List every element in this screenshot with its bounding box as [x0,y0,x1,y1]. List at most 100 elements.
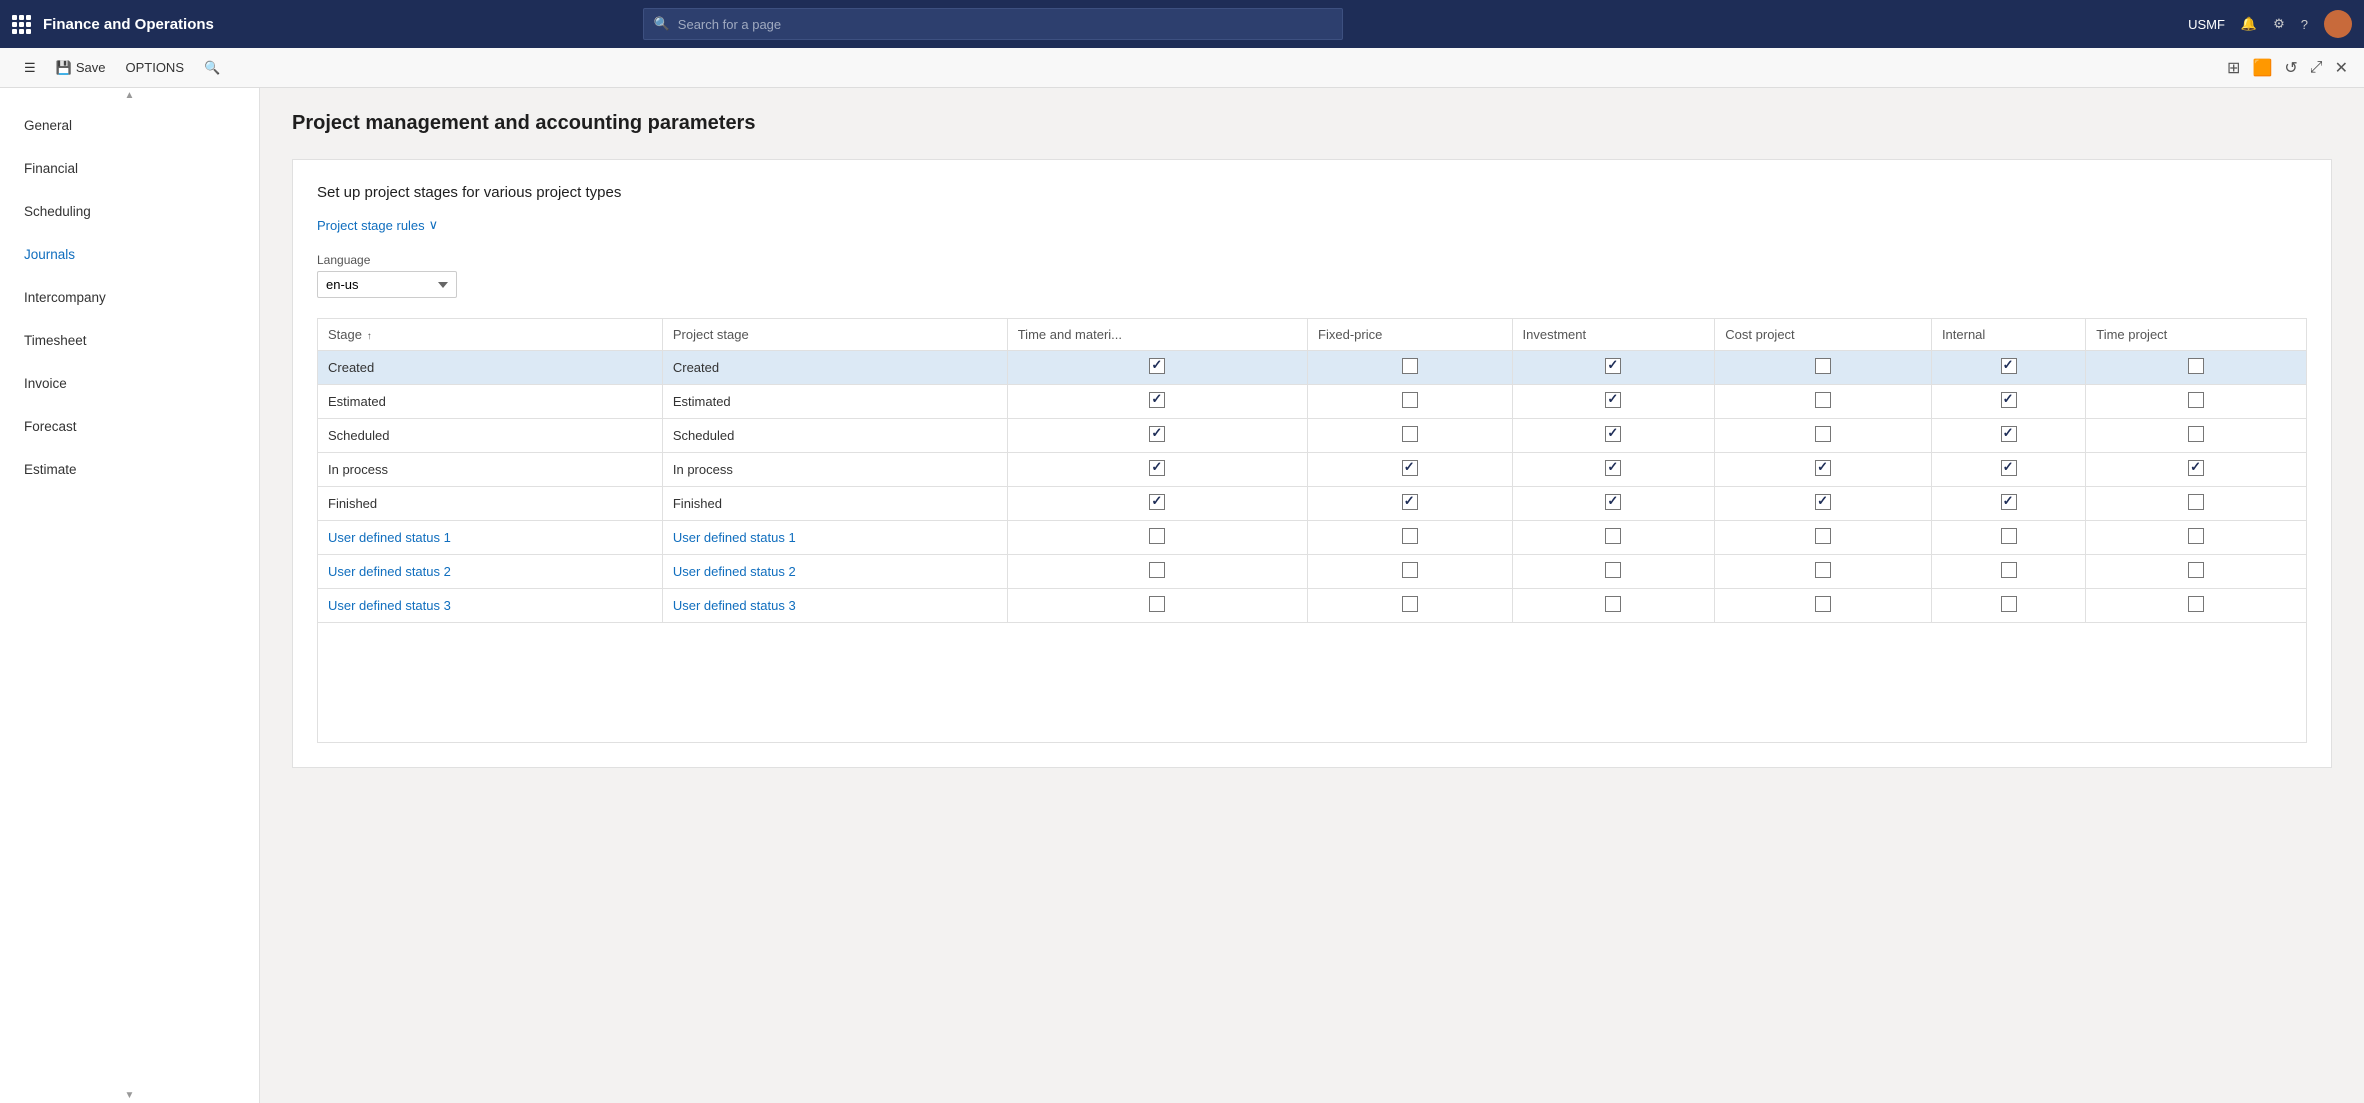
checkbox-fixed_price-1[interactable] [1402,392,1418,408]
settings-icon[interactable]: ⚙ [2273,16,2285,32]
checkbox-time_material-4[interactable] [1149,494,1165,510]
cell-time_material-1[interactable] [1007,385,1307,419]
cell-cost_project-4[interactable] [1715,487,1932,521]
cell-internal-6[interactable] [1931,555,2085,589]
checkbox-time_material-5[interactable] [1149,528,1165,544]
cell-fixed_price-2[interactable] [1308,419,1512,453]
cell-investment-2[interactable] [1512,419,1715,453]
open-new-icon[interactable]: ⤢ [2310,59,2323,77]
cell-time_material-0[interactable] [1007,351,1307,385]
language-select[interactable]: en-us [317,271,457,298]
col-header-stage[interactable]: Stage ↑ [318,319,663,351]
cell-cost_project-6[interactable] [1715,555,1932,589]
cell-investment-3[interactable] [1512,453,1715,487]
avatar[interactable] [2324,10,2352,38]
save-button[interactable]: 💾 Save [48,56,114,80]
checkbox-cost_project-6[interactable] [1815,562,1831,578]
cell-internal-3[interactable] [1931,453,2085,487]
table-row[interactable]: FinishedFinished [318,487,2307,521]
personalize-icon[interactable]: ⊞ [2227,58,2240,78]
cell-time_material-7[interactable] [1007,589,1307,623]
checkbox-investment-1[interactable] [1605,392,1621,408]
checkbox-investment-4[interactable] [1605,494,1621,510]
cell-cost_project-2[interactable] [1715,419,1932,453]
checkbox-internal-0[interactable] [2001,358,2017,374]
checkbox-time_project-2[interactable] [2188,426,2204,442]
checkbox-time_material-7[interactable] [1149,596,1165,612]
checkbox-time_material-6[interactable] [1149,562,1165,578]
cell-time_material-6[interactable] [1007,555,1307,589]
checkbox-internal-5[interactable] [2001,528,2017,544]
checkbox-cost_project-2[interactable] [1815,426,1831,442]
cell-time_project-2[interactable] [2086,419,2307,453]
office-icon[interactable]: 🟧 [2252,58,2272,78]
cell-internal-0[interactable] [1931,351,2085,385]
checkbox-time_material-0[interactable] [1149,358,1165,374]
checkbox-cost_project-7[interactable] [1815,596,1831,612]
cell-time_project-1[interactable] [2086,385,2307,419]
cell-investment-6[interactable] [1512,555,1715,589]
cell-time_project-7[interactable] [2086,589,2307,623]
checkbox-time_project-5[interactable] [2188,528,2204,544]
checkbox-time_project-1[interactable] [2188,392,2204,408]
checkbox-fixed_price-0[interactable] [1402,358,1418,374]
checkbox-cost_project-5[interactable] [1815,528,1831,544]
cell-time_project-0[interactable] [2086,351,2307,385]
notification-icon[interactable]: 🔔 [2241,16,2257,32]
cell-cost_project-5[interactable] [1715,521,1932,555]
cell-cost_project-1[interactable] [1715,385,1932,419]
checkbox-fixed_price-7[interactable] [1402,596,1418,612]
cell-time_material-2[interactable] [1007,419,1307,453]
cell-investment-4[interactable] [1512,487,1715,521]
sidebar-item-estimate[interactable]: Estimate [0,448,259,491]
cell-time_project-4[interactable] [2086,487,2307,521]
cell-fixed_price-5[interactable] [1308,521,1512,555]
table-row[interactable]: ScheduledScheduled [318,419,2307,453]
checkbox-investment-3[interactable] [1605,460,1621,476]
checkbox-cost_project-4[interactable] [1815,494,1831,510]
checkbox-time_material-1[interactable] [1149,392,1165,408]
cell-time_project-5[interactable] [2086,521,2307,555]
sidebar-item-forecast[interactable]: Forecast [0,405,259,448]
checkbox-cost_project-3[interactable] [1815,460,1831,476]
cell-time_material-4[interactable] [1007,487,1307,521]
table-row[interactable]: CreatedCreated [318,351,2307,385]
hamburger-menu-button[interactable]: ☰ [16,56,44,80]
cell-fixed_price-1[interactable] [1308,385,1512,419]
checkbox-internal-1[interactable] [2001,392,2017,408]
checkbox-time_project-0[interactable] [2188,358,2204,374]
sidebar-item-intercompany[interactable]: Intercompany [0,276,259,319]
sidebar-item-general[interactable]: General [0,104,259,147]
checkbox-internal-2[interactable] [2001,426,2017,442]
cell-fixed_price-4[interactable] [1308,487,1512,521]
cell-internal-2[interactable] [1931,419,2085,453]
search-bar[interactable]: 🔍 Search for a page [643,8,1343,40]
close-icon[interactable]: ✕ [2335,58,2348,78]
cell-cost_project-7[interactable] [1715,589,1932,623]
checkbox-fixed_price-2[interactable] [1402,426,1418,442]
checkbox-time_project-6[interactable] [2188,562,2204,578]
checkbox-investment-7[interactable] [1605,596,1621,612]
checkbox-investment-2[interactable] [1605,426,1621,442]
sidebar-item-timesheet[interactable]: Timesheet [0,319,259,362]
sidebar-item-invoice[interactable]: Invoice [0,362,259,405]
checkbox-fixed_price-6[interactable] [1402,562,1418,578]
table-row[interactable]: User defined status 3User defined status… [318,589,2307,623]
cell-time_material-5[interactable] [1007,521,1307,555]
options-button[interactable]: OPTIONS [117,56,192,79]
sidebar-item-scheduling[interactable]: Scheduling [0,190,259,233]
cell-fixed_price-7[interactable] [1308,589,1512,623]
cell-cost_project-3[interactable] [1715,453,1932,487]
cell-internal-4[interactable] [1931,487,2085,521]
search-toolbar-button[interactable]: 🔍 [196,56,228,80]
checkbox-time_project-3[interactable] [2188,460,2204,476]
cell-fixed_price-6[interactable] [1308,555,1512,589]
cell-internal-7[interactable] [1931,589,2085,623]
checkbox-internal-3[interactable] [2001,460,2017,476]
checkbox-investment-0[interactable] [1605,358,1621,374]
sidebar-item-journals[interactable]: Journals [0,233,259,276]
cell-investment-1[interactable] [1512,385,1715,419]
checkbox-cost_project-1[interactable] [1815,392,1831,408]
refresh-icon[interactable]: ↺ [2284,58,2297,78]
checkbox-time_material-2[interactable] [1149,426,1165,442]
